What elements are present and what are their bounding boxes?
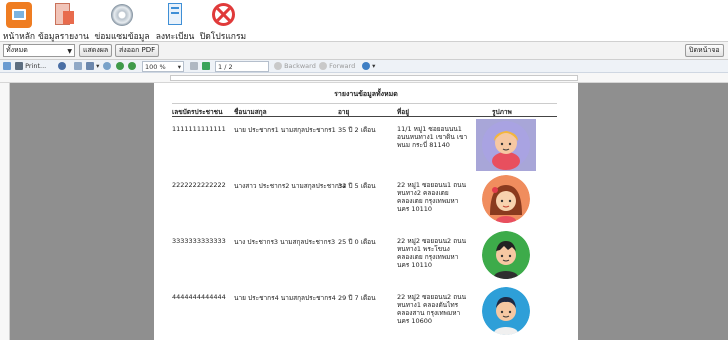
chevron-down-icon: ▾: [177, 63, 181, 71]
report-canvas[interactable]: รายงานข้อมูลทั้งหมด เลขบัตรประชาชน ชื่อน…: [0, 83, 728, 340]
header-picture: รูปภาพ: [492, 108, 512, 116]
row-age: 34 ปี 5 เดือน: [338, 182, 376, 190]
export-pdf-button[interactable]: ส่งออก PDF: [115, 44, 160, 57]
row-id: 1111111111111: [172, 125, 226, 133]
close-window-button[interactable]: ปิดหน้าจอ: [685, 44, 724, 57]
row-name: นาง ประชากร3 นามสกุลประชากร3: [234, 238, 336, 246]
report-data-button[interactable]: ข้อมูลรายงาน: [38, 2, 89, 42]
row-address: 22 หมู่2 ซอยอนน2 ถนน หนทาง1 พระโขนง คลอง…: [397, 237, 467, 269]
header-address: ที่อยู่: [397, 108, 409, 116]
report-icon: [50, 2, 76, 28]
row-address: 11/1 หมู่1 ซอยอนนน1 อนนหนทาง1 เขาดิน เขา…: [397, 125, 468, 149]
printer-icon: [15, 62, 23, 70]
home-icon: [6, 2, 32, 28]
register-button[interactable]: ลงทะเบียน: [154, 2, 196, 42]
page-number-input[interactable]: 1 / 2: [215, 61, 269, 72]
row-id: 4444444444444: [172, 293, 226, 301]
row-age: 35 ปี 2 เดือน: [338, 126, 376, 134]
table-row: 2222222222222 นางสาว ประชากร2 นามสกุลประ…: [172, 175, 557, 231]
row-age: 29 ปี 7 เดือน: [338, 294, 376, 302]
register-icon: [162, 2, 188, 28]
forward-arrow-icon: [319, 62, 327, 70]
back-arrow-icon: [274, 62, 282, 70]
vertical-ruler: [0, 83, 10, 340]
find-icon[interactable]: [58, 61, 66, 72]
zoom-in-icon[interactable]: [116, 61, 124, 72]
table-row: 1111111111111 นาย ประชากร1 นามสกุลประชาก…: [172, 119, 557, 175]
close-program-button[interactable]: ปิดโปรแกรม: [199, 2, 247, 42]
row-name: นาย ประชากร4 นามสกุลประชากร4: [234, 294, 336, 302]
home-button[interactable]: หน้าหลัก: [2, 2, 36, 42]
category-select[interactable]: ทั้งหมด ▼: [3, 44, 75, 57]
repair-disc-icon: [109, 2, 135, 28]
girl-avatar: [482, 175, 530, 223]
man-avatar: [482, 287, 530, 335]
table-row: 3333333333333 นาง ประชากร3 นามสกุลประชาก…: [172, 231, 557, 287]
table-header: เลขบัตรประชาชน ชื่อนามสกุล อายุ ที่อยู่ …: [172, 103, 557, 117]
chevron-down-icon: ▼: [67, 48, 72, 55]
show-button[interactable]: แสดงผล: [79, 44, 113, 57]
ruler-scale: [170, 75, 578, 81]
first-page-icon[interactable]: [190, 61, 198, 72]
zoom-out-icon[interactable]: [128, 61, 136, 72]
refresh-icon[interactable]: [103, 61, 111, 72]
row-id: 3333333333333: [172, 237, 226, 245]
filter-bar: ทั้งหมด ▼ แสดงผล ส่งออก PDF ปิดหน้าจอ: [0, 42, 728, 60]
header-id: เลขบัตรประชาชน: [172, 108, 223, 116]
horizontal-ruler: [0, 73, 728, 83]
header-name: ชื่อนามสกุล: [234, 108, 267, 116]
row-name: นาย ประชากร1 นามสกุลประชากร1: [234, 126, 336, 134]
row-age: 25 ปี 0 เดือน: [338, 238, 376, 246]
row-id: 2222222222222: [172, 181, 226, 189]
table-row: 4444444444444 นาย ประชากร4 นามสกุลประชาก…: [172, 287, 557, 340]
repair-data-button[interactable]: ข่อมแซมข้อมูล: [92, 2, 152, 42]
main-toolbar: หน้าหลัก ข้อมูลรายงาน ข่อมแซมข้อมูล ลงทะ…: [0, 0, 728, 42]
row-address: 22 หมู่1 ซอยอนน1 ถนน หนทาง2 คลองเตย คลอง…: [397, 181, 467, 213]
report-title: รายงานข้อมูลทั้งหมด: [334, 90, 398, 98]
layout-icon[interactable]: [74, 61, 82, 72]
close-program-icon: [210, 2, 236, 28]
page-setup-icon[interactable]: ▾: [86, 61, 99, 72]
header-age: อายุ: [338, 108, 350, 116]
prev-page-icon[interactable]: [202, 61, 210, 72]
zoom-select[interactable]: 100 % ▾: [142, 61, 184, 72]
copy-icon[interactable]: [3, 61, 11, 72]
print-button[interactable]: Print...: [15, 61, 46, 72]
boy-avatar: [482, 231, 530, 279]
row-name: นางสาว ประชากร2 นามสกุลประชากร2: [234, 182, 347, 190]
backward-button[interactable]: Backward: [274, 61, 316, 72]
refresh-report-icon[interactable]: ▾: [362, 61, 375, 72]
report-viewer-toolbar: Print... ▾ 100 % ▾ 1 / 2 Backward Forwar…: [0, 60, 728, 73]
forward-button[interactable]: Forward: [319, 61, 355, 72]
report-page: รายงานข้อมูลทั้งหมด เลขบัตรประชาชน ชื่อน…: [154, 83, 578, 340]
blonde-person-avatar: [476, 119, 536, 171]
row-address: 22 หมู่2 ซอยอนน2 ถนน หนทาง1 คลองตันไทร ค…: [397, 293, 467, 325]
